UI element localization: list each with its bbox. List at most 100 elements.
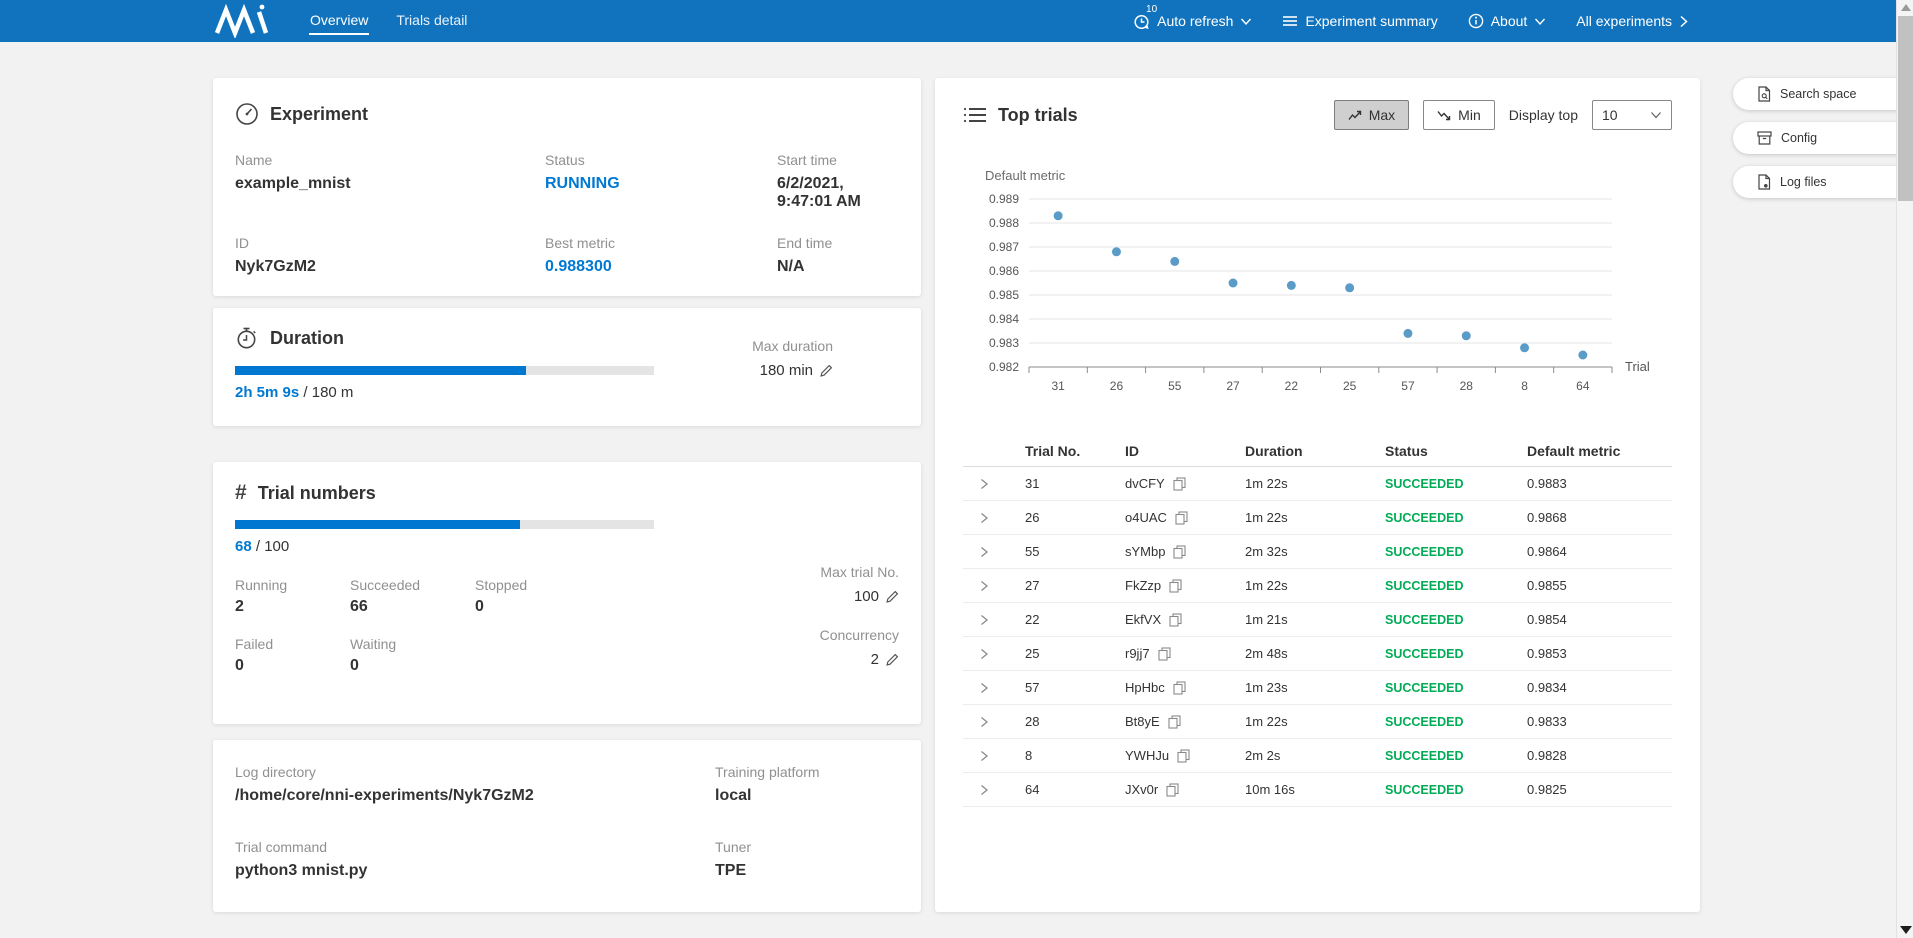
svg-text:55: 55 [1168,379,1182,393]
stat-value: 0 [350,657,475,675]
name-value: example_mnist [235,175,545,193]
main-content: Experiment Name example_mnist Status RUN… [0,42,1913,938]
copy-icon[interactable] [1177,749,1190,763]
tab-trials-detail[interactable]: Trials detail [395,8,468,35]
trial-status-cell: SUCCEEDED [1367,613,1509,627]
expand-row-button[interactable] [963,614,1007,626]
scrollbar-down-arrow[interactable] [1900,926,1912,934]
copy-icon[interactable] [1175,511,1188,525]
copy-icon[interactable] [1169,613,1182,627]
experiment-summary-button[interactable]: Experiment summary [1282,13,1437,29]
edit-pencil-icon[interactable] [885,653,899,667]
trial-status-cell: SUCCEEDED [1367,681,1509,695]
tab-overview[interactable]: Overview [309,8,369,35]
min-toggle-button[interactable]: Min [1423,100,1495,130]
field-name: Name example_mnist [235,152,545,211]
expand-row-button[interactable] [963,478,1007,490]
copy-icon[interactable] [1158,647,1171,661]
config-button[interactable]: Config [1733,122,1913,154]
all-experiments-link[interactable]: All experiments [1576,13,1688,29]
copy-icon[interactable] [1173,477,1186,491]
trial-status-stats: Running 2 Succeeded 66 Stopped 0 Failed … [235,577,899,675]
trial-status-cell: SUCCEEDED [1367,511,1509,525]
trial-no-cell: 64 [1007,782,1107,797]
stat-value: 0 [235,657,350,675]
status-label: Status [545,152,777,168]
experiment-fields: Name example_mnist Status RUNNING Start … [235,152,899,276]
experiment-card-header: Experiment [235,102,899,126]
trial-metric-cell: 0.9828 [1509,748,1672,763]
field-best-metric: Best metric 0.988300 [545,235,777,276]
expand-row-button[interactable] [963,580,1007,592]
expand-row-button[interactable] [963,648,1007,660]
trial-stat: Stopped 0 [475,577,605,616]
display-top-select[interactable]: 10 [1592,100,1672,130]
vertical-scrollbar[interactable] [1896,0,1913,938]
best-metric-value: 0.988300 [545,258,777,276]
training-platform-value: local [715,787,899,805]
trial-id: FkZzp [1125,578,1161,593]
list-icon [1282,14,1298,28]
log-files-button[interactable]: Log files [1733,166,1913,198]
chevron-right-icon [1679,15,1688,28]
about-menu[interactable]: About [1468,13,1547,29]
chevron-right-icon [979,478,989,490]
experiment-card-title: Experiment [270,104,368,125]
trial-duration-cell: 1m 23s [1227,680,1367,695]
chevron-down-icon [1650,111,1662,119]
field-tuner: Tuner TPE [715,839,899,888]
trial-metric-cell: 0.9825 [1509,782,1672,797]
trial-metric-cell: 0.9855 [1509,578,1672,593]
log-directory-value: /home/core/nni-experiments/Nyk7GzM2 [235,787,715,805]
trial-id-cell: Bt8yE [1107,714,1227,729]
chevron-right-icon [979,546,989,558]
top-trials-table: Trial No. ID Duration Status Default met… [963,435,1672,807]
trial-status-cell: SUCCEEDED [1367,579,1509,593]
trial-no-cell: 31 [1007,476,1107,491]
concurrency-label: Concurrency [820,627,899,643]
search-space-doc-icon [1757,86,1771,102]
expand-row-button[interactable] [963,716,1007,728]
table-row: 25 r9jj7 2m 48s SUCCEEDED 0.9853 [963,637,1672,671]
expand-row-button[interactable] [963,682,1007,694]
max-duration-label: Max duration [752,338,833,354]
default-metric-scatter-chart[interactable]: 0.9820.9830.9840.9850.9860.9870.9880.989… [963,187,1668,409]
trial-metric-cell: 0.9853 [1509,646,1672,661]
stat-label: Stopped [475,577,605,593]
max-toggle-button[interactable]: Max [1334,100,1409,130]
trial-duration-cell: 1m 22s [1227,578,1367,593]
search-space-button[interactable]: Search space [1733,78,1913,110]
expand-row-button[interactable] [963,512,1007,524]
scrollbar-up-arrow[interactable] [1901,4,1911,11]
trial-id: sYMbp [1125,544,1165,559]
nni-logo[interactable] [213,4,275,38]
duration-card: Duration 2h 5m 9s / 180 m Max duration 1… [213,308,921,426]
trial-duration-cell: 2m 48s [1227,646,1367,661]
trial-id: o4UAC [1125,510,1167,525]
scrollbar-thumb[interactable] [1898,16,1913,201]
trial-id-cell: dvCFY [1107,476,1227,491]
auto-refresh-menu[interactable]: 10 Auto refresh [1133,13,1252,30]
edit-pencil-icon[interactable] [819,364,833,378]
copy-icon[interactable] [1169,579,1182,593]
trial-id-cell: EkfVX [1107,612,1227,627]
trial-no-cell: 26 [1007,510,1107,525]
table-header-row: Trial No. ID Duration Status Default met… [963,435,1672,467]
stopwatch-icon [235,326,259,350]
info-icon [1468,13,1484,29]
expand-row-button[interactable] [963,784,1007,796]
svg-text:0.984: 0.984 [989,312,1019,326]
trial-numbers-card: # Trial numbers 68 / 100 Running 2 Succe… [213,462,921,724]
svg-text:Trial: Trial [1625,359,1650,374]
copy-icon[interactable] [1173,545,1186,559]
experiment-card: Experiment Name example_mnist Status RUN… [213,78,921,296]
expand-row-button[interactable] [963,750,1007,762]
trial-numbers-card-header: # Trial numbers [235,482,899,504]
stat-value: 66 [350,598,475,616]
log-files-doc-icon [1757,174,1771,190]
expand-row-button[interactable] [963,546,1007,558]
copy-icon[interactable] [1166,783,1179,797]
copy-icon[interactable] [1173,681,1186,695]
copy-icon[interactable] [1168,715,1181,729]
edit-pencil-icon[interactable] [885,590,899,604]
